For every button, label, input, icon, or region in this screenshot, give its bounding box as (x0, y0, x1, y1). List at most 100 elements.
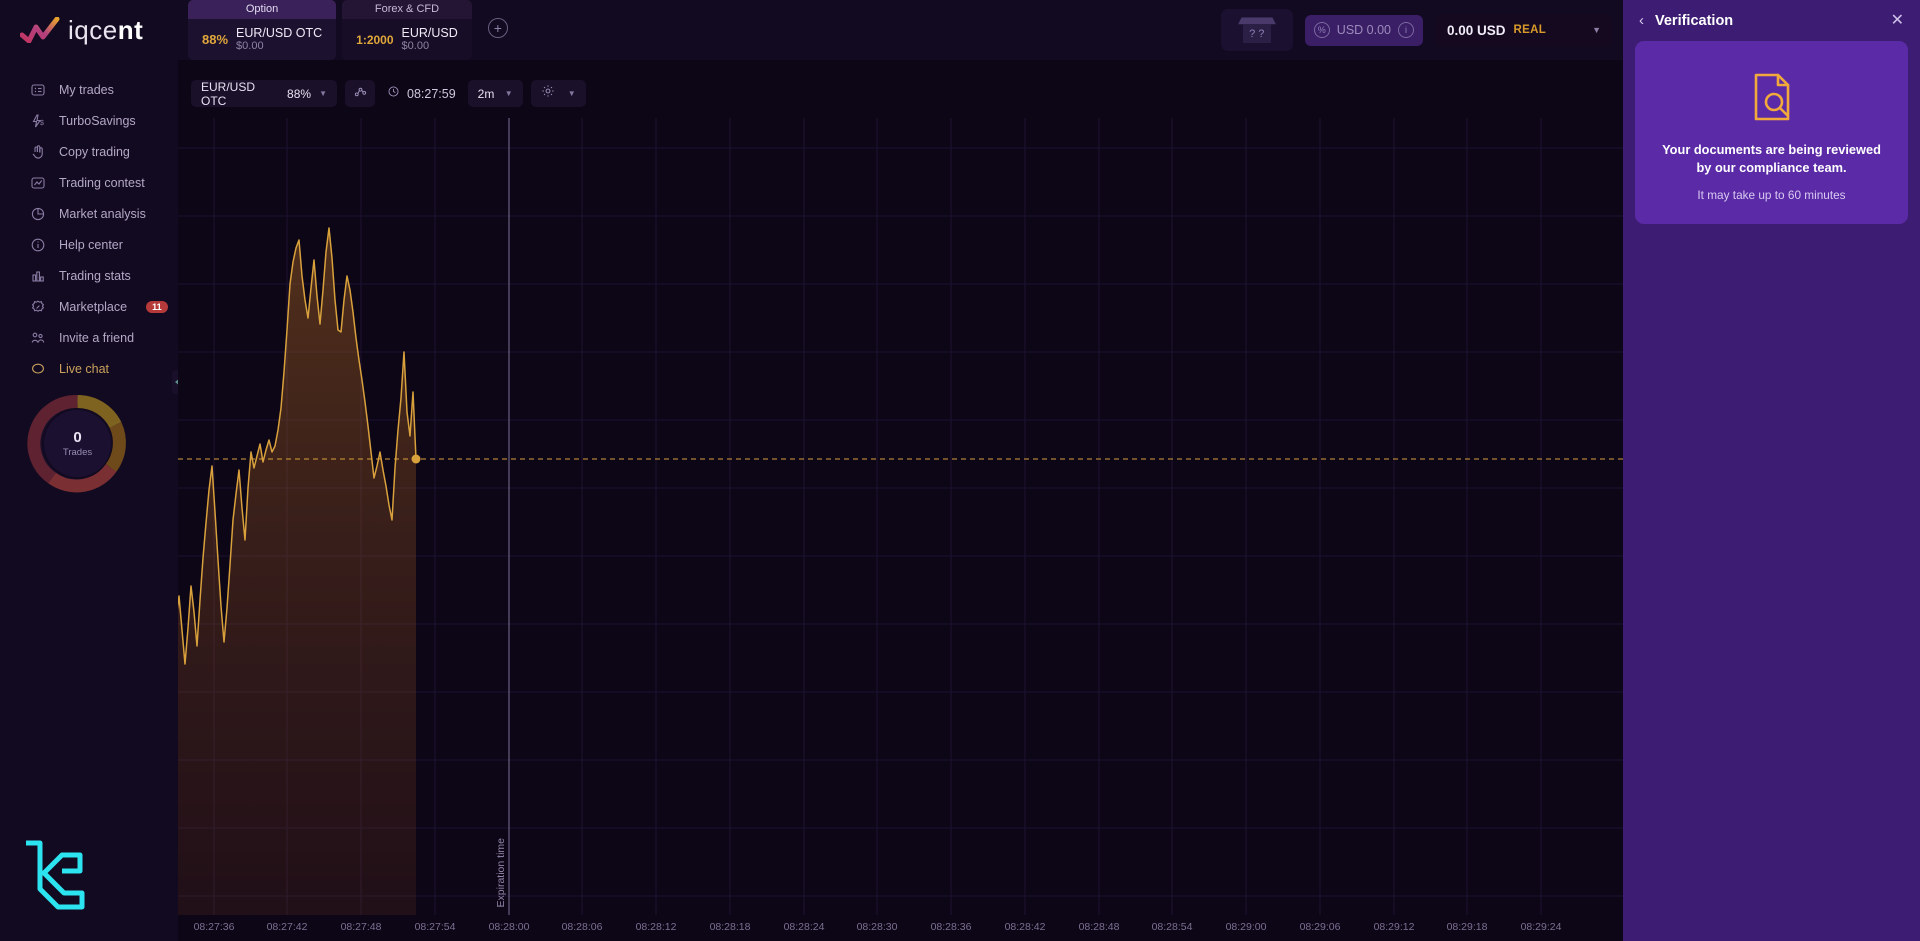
sidebar-item-label: My trades (59, 82, 114, 97)
chevron-down-icon[interactable]: ▼ (505, 89, 513, 98)
top-bar: iqcent Option 88% EUR/USD OTC $0.00 Fore… (0, 0, 1623, 60)
price-chart-svg (154, 118, 1623, 915)
sidebar-item-copy-trading[interactable]: Copy trading (0, 136, 178, 167)
close-icon[interactable]: ✕ (1891, 12, 1904, 29)
price-chart[interactable]: Expiration time 08:27:36 08:27:42 08:27:48… (154, 118, 1623, 941)
chevron-down-icon[interactable]: ▼ (319, 89, 327, 98)
bonus-amount: USD 0.00 (1336, 23, 1391, 37)
asset-payout: 88% (202, 32, 229, 47)
header-right-group: ? ? % USD 0.00 i 0.00 USD REAL ▼ (1220, 0, 1613, 60)
lc-logo-icon (18, 837, 90, 921)
chart-settings-button[interactable]: ▼ (530, 80, 586, 107)
trades-label: Trades (62, 447, 93, 458)
x-axis-tick-label: 08:27:54 (414, 921, 456, 933)
sidebar-item-turbosavings[interactable]: $ TurboSavings (0, 105, 178, 136)
bar-chart-icon (30, 268, 46, 284)
brand-name: iqcent (68, 15, 143, 46)
asset-card-option[interactable]: 88% EUR/USD OTC $0.00 (188, 19, 337, 60)
sidebar-item-label: Help center (59, 237, 123, 252)
bolt-dollar-icon: $ (30, 113, 46, 129)
x-axis-tick-label: 08:29:00 (1225, 921, 1267, 933)
current-price-marker (411, 454, 421, 464)
asset-tabs: Option 88% EUR/USD OTC $0.00 Forex & CFD… (188, 0, 508, 60)
x-axis-labels: 08:27:36 08:27:42 08:27:48 08:27:54 08:28:00… (178, 915, 1623, 941)
trades-donut-center: 0 Trades (44, 410, 111, 477)
asset-group-forex[interactable]: Forex & CFD 1:2000 EUR/USD $0.00 (342, 0, 472, 60)
verification-status-card: Your documents are being reviewed by our… (1635, 41, 1908, 225)
x-axis-tick-label: 08:28:42 (1004, 921, 1046, 933)
indicators-button[interactable] (345, 80, 375, 107)
app-root: iqcent Option 88% EUR/USD OTC $0.00 Fore… (0, 0, 1920, 941)
sidebar-item-my-trades[interactable]: My trades (0, 74, 178, 105)
sidebar-item-help-center[interactable]: Help center (0, 229, 178, 260)
symbol-payout: 88% (287, 86, 312, 101)
symbol-name: EUR/USD OTC (201, 79, 256, 108)
chevron-left-icon[interactable]: ‹ (1639, 13, 1644, 28)
asset-group-label: Option (188, 0, 337, 19)
timeframe-selector[interactable]: 2m ▼ (467, 80, 523, 107)
expiration-time-label: Expiration time (495, 837, 507, 907)
brand-name-bold: nt (117, 14, 144, 45)
sidebar-item-label: Market analysis (59, 206, 146, 221)
x-axis-tick-label: 08:27:36 (193, 921, 235, 933)
timeframe-value: 2m (477, 86, 495, 101)
add-asset-button[interactable]: + (487, 18, 508, 38)
sidebar: My trades $ TurboSavings Copy trading Tr… (0, 60, 178, 941)
asset-group-option[interactable]: Option 88% EUR/USD OTC $0.00 (188, 0, 337, 60)
chevron-down-icon[interactable]: ▼ (1592, 25, 1601, 35)
brand-logo[interactable]: iqcent (19, 15, 180, 46)
info-icon[interactable]: i (1398, 22, 1414, 38)
x-axis-tick-label: 08:28:30 (856, 921, 898, 933)
sidebar-item-label: Invite a friend (59, 330, 135, 345)
x-axis-tick-label: 08:28:06 (561, 921, 603, 933)
sidebar-item-marketplace[interactable]: Marketplace 11 (0, 291, 178, 322)
balance-account-type: REAL (1513, 24, 1547, 36)
mystery-box-q1: ? (1249, 27, 1256, 40)
x-axis-tick-label: 08:27:42 (266, 921, 308, 933)
wave-logo-icon (19, 16, 60, 44)
people-icon (30, 330, 46, 346)
mystery-box-button[interactable]: ? ? (1220, 9, 1293, 51)
verification-message: Your documents are being reviewed by our… (1662, 142, 1881, 176)
x-axis-tick-label: 08:28:12 (635, 921, 677, 933)
asset-leverage: 1:2000 (356, 32, 394, 47)
hand-copy-icon (30, 144, 46, 160)
trades-count: 0 (73, 429, 82, 446)
x-axis-tick-label: 08:29:06 (1299, 921, 1341, 933)
sidebar-item-trading-stats[interactable]: Trading stats (0, 260, 178, 291)
trophy-chart-icon (30, 175, 46, 191)
account-balance-selector[interactable]: 0.00 USD REAL ▼ (1435, 13, 1613, 47)
x-axis-tick-label: 08:29:12 (1373, 921, 1415, 933)
server-time: 08:27:59 (383, 85, 460, 103)
x-axis-tick-label: 08:28:00 (488, 921, 530, 933)
sidebar-item-invite-a-friend[interactable]: Invite a friend (0, 322, 178, 353)
clock-icon (387, 85, 400, 103)
mystery-box-q2: ? (1258, 27, 1265, 40)
sidebar-item-label: Marketplace (59, 299, 128, 314)
symbol-selector[interactable]: EUR/USD OTC 88% ▼ (191, 79, 337, 108)
verification-panel: ‹ Verification ✕ Your documents are bein… (1623, 0, 1920, 941)
chevron-down-icon[interactable]: ▼ (568, 89, 576, 98)
verification-title: Verification (1655, 12, 1734, 29)
verification-submessage: It may take up to 60 minutes (1697, 188, 1846, 203)
marketplace-badge: 11 (146, 300, 168, 313)
bonus-badge[interactable]: % USD 0.00 i (1304, 14, 1423, 46)
sidebar-item-market-analysis[interactable]: Market analysis (0, 198, 178, 229)
sidebar-item-trading-contest[interactable]: Trading contest (0, 167, 178, 198)
x-axis-tick-label: 08:27:48 (340, 921, 382, 933)
server-time-value: 08:27:59 (407, 86, 456, 101)
asset-card-forex[interactable]: 1:2000 EUR/USD $0.00 (342, 19, 472, 60)
brand-name-light: iqce (68, 14, 118, 45)
mystery-box-icon: ? ? (1237, 16, 1276, 44)
balance-amount: 0.00 USD (1447, 22, 1506, 38)
document-search-icon (1744, 69, 1800, 125)
trades-donut: 0 Trades (27, 393, 128, 494)
indicators-icon (353, 84, 368, 104)
bonus-icon: % (1313, 22, 1330, 38)
sidebar-item-label: TurboSavings (59, 113, 136, 128)
asset-name: EUR/USD (401, 25, 458, 40)
sidebar-item-label: Trading contest (59, 175, 145, 190)
sidebar-item-label: Copy trading (59, 144, 130, 159)
sidebar-item-live-chat[interactable]: Live chat (0, 353, 178, 384)
pie-chart-icon (30, 206, 46, 222)
